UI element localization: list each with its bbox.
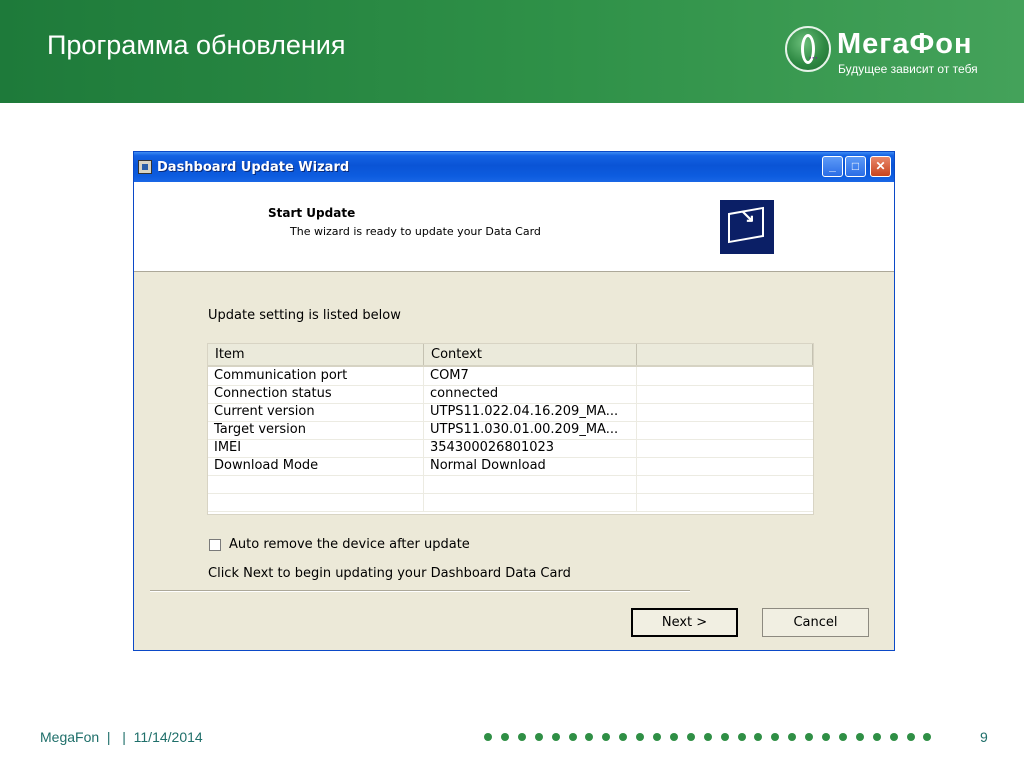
- auto-remove-label[interactable]: Auto remove the device after update: [229, 537, 470, 552]
- table-row[interactable]: Communication port COM7: [208, 367, 813, 386]
- footer-dot: [534, 733, 543, 741]
- footer-dot: [669, 733, 678, 741]
- banner-subtitle: The wizard is ready to update your Data …: [290, 225, 541, 238]
- footer-dot: [889, 733, 898, 741]
- cell-context: Normal Download: [424, 457, 637, 475]
- footer-text: MegaFon | | 11/14/2014: [40, 729, 203, 745]
- slide-title: Программа обновления: [47, 30, 346, 60]
- footer-dot: [484, 733, 492, 741]
- table-row[interactable]: Connection status connected: [208, 385, 813, 404]
- footer-dot: [737, 733, 746, 741]
- footer-dot: [805, 733, 814, 741]
- footer-dot: [771, 733, 780, 741]
- separator: [150, 590, 690, 592]
- table-row[interactable]: IMEI 354300026801023: [208, 439, 813, 458]
- footer-dot: [686, 733, 695, 741]
- table-row[interactable]: Current version UTPS11.022.04.16.209_MA.…: [208, 403, 813, 422]
- cell-item: Communication port: [208, 367, 424, 385]
- footer-dot: [551, 733, 560, 741]
- settings-table: Item Context Communication port COM7 Con…: [207, 343, 814, 515]
- window-title: Dashboard Update Wizard: [157, 160, 350, 175]
- cell-item: Current version: [208, 403, 424, 421]
- footer-dot: [872, 733, 881, 741]
- footer-dot: [923, 733, 932, 741]
- footer-dots: [484, 731, 944, 743]
- section-label: Update setting is listed below: [208, 308, 401, 323]
- megafon-logo: ··· МегаФон Будущее зависит от тебя: [785, 26, 1015, 78]
- footer-dot: [619, 733, 628, 741]
- cell-context: [424, 475, 637, 493]
- maximize-button[interactable]: □: [845, 156, 866, 177]
- footer-dot: [703, 733, 712, 741]
- footer-dot: [517, 733, 526, 741]
- logo-tagline: Будущее зависит от тебя: [838, 62, 978, 76]
- footer-dot: [855, 733, 864, 741]
- wizard-banner: Start Update The wizard is ready to upda…: [134, 182, 894, 272]
- footer-dot: [754, 733, 763, 741]
- footer-dot: [500, 733, 509, 741]
- table-row[interactable]: [208, 475, 813, 494]
- cell-context: [424, 493, 637, 511]
- column-header-empty[interactable]: [637, 344, 813, 365]
- footer-dot: [788, 733, 797, 741]
- auto-remove-checkbox[interactable]: [209, 539, 221, 551]
- table-row[interactable]: Target version UTPS11.030.01.00.209_MA..…: [208, 421, 813, 440]
- instruction-text: Click Next to begin updating your Dashbo…: [208, 566, 571, 581]
- footer-dot: [602, 733, 611, 741]
- cell-context: connected: [424, 385, 637, 403]
- footer-dot: [838, 733, 847, 741]
- footer-dot: [636, 733, 645, 741]
- update-wizard-window: Dashboard Update Wizard _ □ ✕ Start Upda…: [133, 151, 895, 651]
- cancel-button[interactable]: Cancel: [762, 608, 869, 637]
- table-header: Item Context: [208, 344, 813, 367]
- cell-item: Download Mode: [208, 457, 424, 475]
- cell-item: [208, 475, 424, 493]
- window-titlebar[interactable]: Dashboard Update Wizard _ □ ✕: [134, 152, 894, 182]
- column-header-item[interactable]: Item: [208, 344, 424, 365]
- app-icon: [138, 160, 152, 174]
- close-button[interactable]: ✕: [870, 156, 891, 177]
- cell-item: IMEI: [208, 439, 424, 457]
- logo-name: МегаФон: [837, 28, 973, 60]
- column-header-context[interactable]: Context: [424, 344, 637, 365]
- cell-context: COM7: [424, 367, 637, 385]
- cell-context: 354300026801023: [424, 439, 637, 457]
- megafon-logo-icon: ···: [785, 26, 831, 72]
- update-wizard-icon: ↘: [719, 199, 775, 255]
- cell-context: UTPS11.030.01.00.209_MA...: [424, 421, 637, 439]
- cell-context: UTPS11.022.04.16.209_MA...: [424, 403, 637, 421]
- banner-title: Start Update: [268, 206, 356, 220]
- cell-item: Target version: [208, 421, 424, 439]
- footer-dot: [822, 733, 830, 741]
- footer-dot: [720, 733, 729, 741]
- table-row[interactable]: [208, 493, 813, 512]
- minimize-button[interactable]: _: [822, 156, 843, 177]
- cell-item: [208, 493, 424, 511]
- footer-dot: [568, 733, 577, 741]
- footer-dot: [906, 733, 915, 741]
- table-row[interactable]: Download Mode Normal Download: [208, 457, 813, 476]
- page-number: 9: [980, 729, 988, 745]
- footer-dot: [585, 733, 594, 741]
- footer-dot: [653, 733, 661, 741]
- next-button[interactable]: Next >: [631, 608, 738, 637]
- cell-item: Connection status: [208, 385, 424, 403]
- slide-header: Программа обновления ··· МегаФон Будущее…: [0, 0, 1024, 103]
